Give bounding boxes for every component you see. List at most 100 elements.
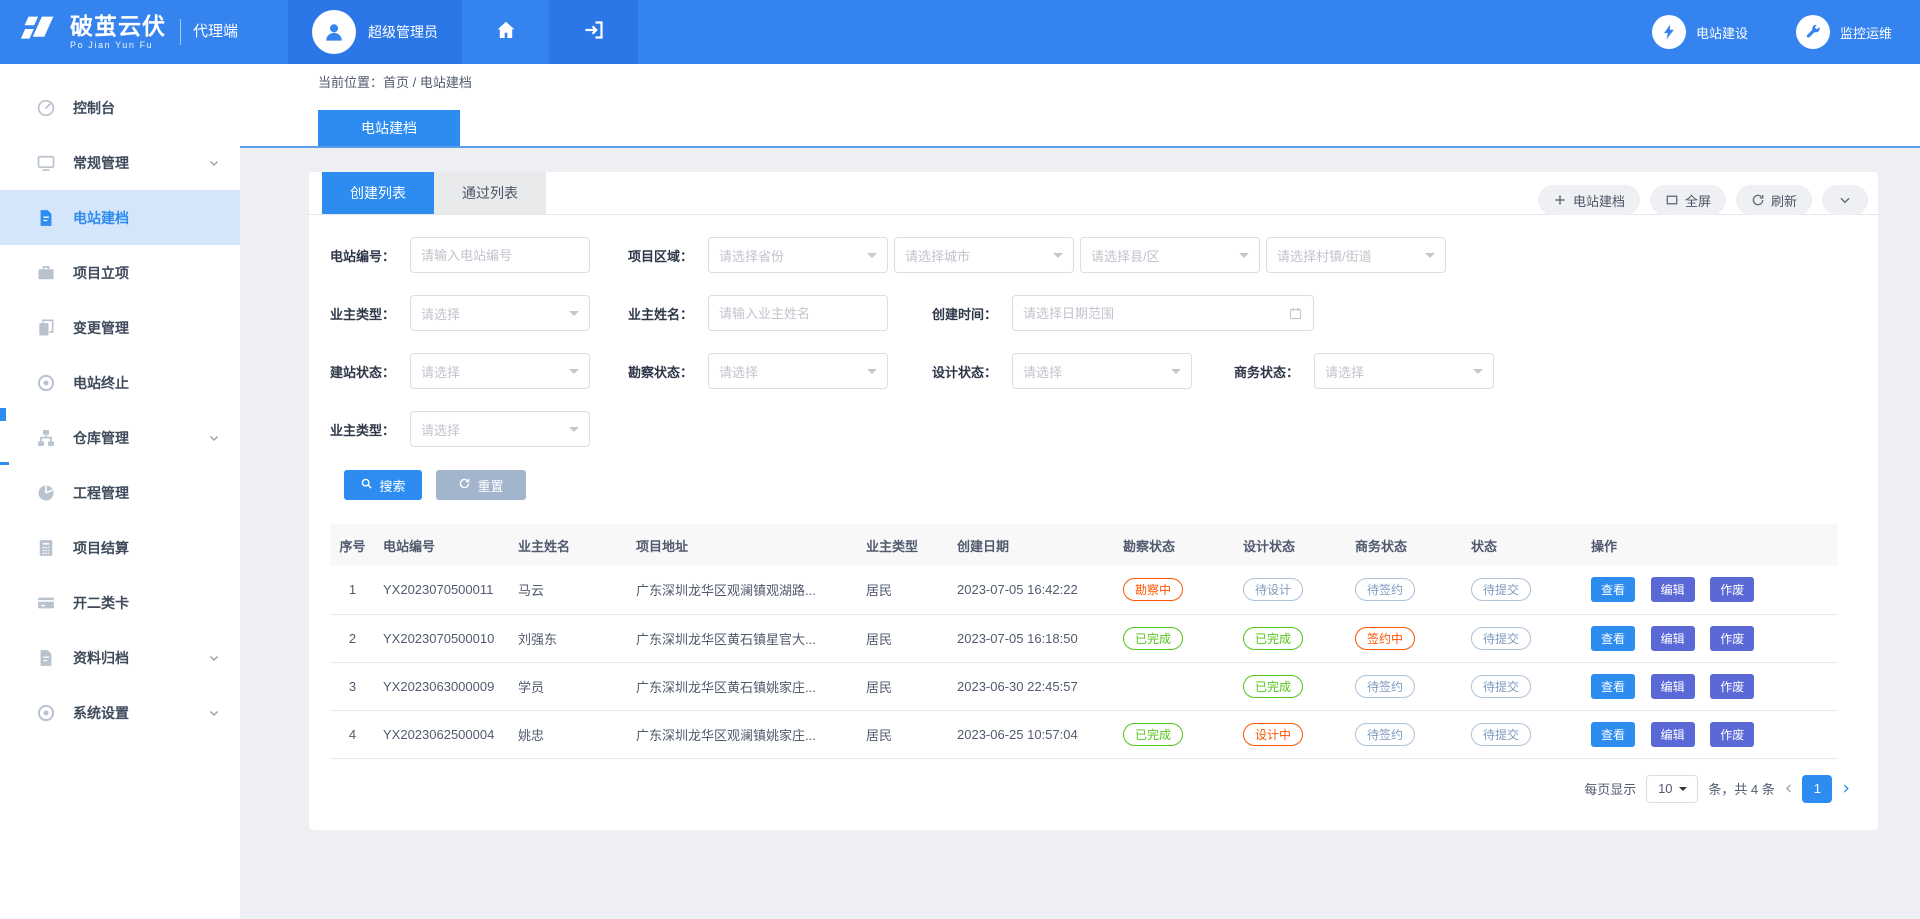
sidebar-scroll-indicator (0, 408, 6, 421)
edit-button[interactable]: 编辑 (1651, 674, 1695, 699)
collapse-toolbar-button[interactable] (1822, 185, 1868, 215)
monitoring-ops-label: 监控运维 (1840, 23, 1892, 42)
sidebar-item-console[interactable]: 控制台 (0, 80, 240, 135)
station-no-input[interactable] (410, 237, 590, 273)
sidebar-item-label: 项目立项 (73, 263, 129, 283)
pagination: 每页显示 10 条，共 4 条 ‹ 1 › (309, 775, 1850, 803)
sign-in-button[interactable] (549, 0, 638, 64)
sidebar-item-general-mgmt[interactable]: 常规管理 (0, 135, 240, 190)
sidebar-item-label: 控制台 (73, 98, 115, 118)
sidebar-item-project-initiation[interactable]: 项目立项 (0, 245, 240, 300)
edit-button[interactable]: 编辑 (1651, 577, 1695, 602)
col-status: 状态 (1463, 524, 1583, 566)
table-row: 1 YX2023070500011 马云 广东深圳龙华区观澜镇观湖路... 居民… (330, 566, 1838, 614)
owner-type2-label: 业主类型： (330, 420, 410, 439)
build-status-label: 建站状态： (330, 362, 410, 381)
town-select[interactable]: 请选择村镇/街道 (1266, 237, 1446, 273)
reset-icon (458, 477, 471, 493)
tab-station-filing[interactable]: 电站建档 (318, 110, 460, 146)
breadcrumb-label: 当前位置： (318, 75, 383, 90)
void-button[interactable]: 作废 (1710, 722, 1754, 747)
calculator-icon (36, 538, 56, 558)
owner-type-select[interactable]: 请选择 (410, 295, 590, 331)
tab-approved-list[interactable]: 通过列表 (434, 172, 546, 214)
design-status-badge: 已完成 (1243, 675, 1303, 698)
chevron-down-icon (208, 707, 220, 719)
view-button[interactable]: 查看 (1591, 722, 1635, 747)
tab-create-list[interactable]: 创建列表 (322, 172, 434, 214)
chevron-down-icon (208, 652, 220, 664)
brand-subtitle: Po Jian Yun Fu (70, 41, 166, 50)
caret-down-icon (569, 311, 579, 321)
survey-status-label: 勘察状态： (628, 362, 708, 381)
caret-down-icon (867, 369, 877, 379)
void-button[interactable]: 作废 (1710, 577, 1754, 602)
table-row: 3 YX2023063000009 学员 广东深圳龙华区黄石镇姚家庄... 居民… (330, 662, 1838, 710)
sidebar-item-station-filing[interactable]: 电站建档 (0, 190, 240, 245)
date-range-input[interactable] (1012, 295, 1314, 331)
province-select[interactable]: 请选择省份 (708, 237, 888, 273)
sidebar-item-engineering-mgmt[interactable]: 工程管理 (0, 465, 240, 520)
sidebar-item-system-settings[interactable]: 系统设置 (0, 685, 240, 740)
view-button[interactable]: 查看 (1591, 577, 1635, 602)
station-construction-label: 电站建设 (1696, 23, 1748, 42)
reset-button[interactable]: 重置 (436, 470, 526, 500)
plus-icon (1553, 193, 1567, 207)
edit-button[interactable]: 编辑 (1651, 722, 1695, 747)
sidebar-item-label: 仓库管理 (73, 428, 129, 448)
refresh-button[interactable]: 刷新 (1736, 185, 1812, 215)
page-size-select[interactable]: 10 (1646, 775, 1698, 803)
user-name: 超级管理员 (368, 22, 438, 42)
prev-page-button[interactable]: ‹ (1785, 779, 1793, 798)
brand-badge: 代理端 (180, 19, 238, 45)
survey-status-badge: 勘察中 (1123, 578, 1183, 601)
sidebar-item-station-termination[interactable]: 电站终止 (0, 355, 240, 410)
sidebar-item-project-settlement[interactable]: 项目结算 (0, 520, 240, 575)
fullscreen-button[interactable]: 全屏 (1650, 185, 1726, 215)
edit-button[interactable]: 编辑 (1651, 626, 1695, 651)
total-label: 条，共 4 条 (1708, 779, 1774, 798)
breadcrumb-path[interactable]: 首页 / 电站建档 (383, 75, 472, 90)
owner-type2-select[interactable]: 请选择 (410, 411, 590, 447)
document-icon (36, 208, 56, 228)
next-page-button[interactable]: › (1842, 779, 1850, 798)
search-button[interactable]: 搜索 (344, 470, 422, 500)
sidebar-item-label: 开二类卡 (73, 593, 129, 613)
owner-type-label: 业主类型： (330, 304, 410, 323)
void-button[interactable]: 作废 (1710, 674, 1754, 699)
lightning-icon (1652, 15, 1686, 49)
col-created: 创建日期 (949, 524, 1115, 566)
home-button[interactable] (462, 0, 549, 64)
design-status-badge: 设计中 (1243, 723, 1303, 746)
county-select[interactable]: 请选择县/区 (1080, 237, 1260, 273)
sidebar-scroll-indicator (0, 462, 9, 465)
add-station-filing-button[interactable]: 电站建档 (1538, 185, 1640, 215)
monitor-icon (36, 153, 56, 173)
city-select[interactable]: 请选择城市 (894, 237, 1074, 273)
col-survey-status: 勘察状态 (1115, 524, 1235, 566)
design-status-badge: 待设计 (1243, 578, 1303, 601)
build-status-select[interactable]: 请选择 (410, 353, 590, 389)
sidebar-item-label: 项目结算 (73, 538, 129, 558)
station-construction-nav[interactable]: 电站建设 (1652, 15, 1748, 49)
table-header-row: 序号 电站编号 业主姓名 项目地址 业主类型 创建日期 勘察状态 设计状态 商务… (330, 524, 1838, 566)
view-button[interactable]: 查看 (1591, 674, 1635, 699)
user-menu[interactable]: 超级管理员 (288, 0, 462, 64)
sidebar-item-data-archiving[interactable]: 资料归档 (0, 630, 240, 685)
sidebar-item-label: 常规管理 (73, 153, 129, 173)
survey-status-select[interactable]: 请选择 (708, 353, 888, 389)
business-status-badge: 待签约 (1355, 675, 1415, 698)
design-status-select[interactable]: 请选择 (1012, 353, 1192, 389)
void-button[interactable]: 作废 (1710, 626, 1754, 651)
owner-name-input[interactable] (708, 295, 888, 331)
sidebar-item-type2-card[interactable]: 开二类卡 (0, 575, 240, 630)
business-status-select[interactable]: 请选择 (1314, 353, 1494, 389)
sidebar-item-label: 电站终止 (73, 373, 129, 393)
survey-status-badge: 已完成 (1123, 627, 1183, 650)
owner-name-label: 业主姓名： (628, 304, 708, 323)
monitoring-ops-nav[interactable]: 监控运维 (1796, 15, 1892, 49)
view-button[interactable]: 查看 (1591, 626, 1635, 651)
sidebar-item-warehouse-mgmt[interactable]: 仓库管理 (0, 410, 240, 465)
page-number-button[interactable]: 1 (1802, 775, 1832, 803)
sidebar-item-change-mgmt[interactable]: 变更管理 (0, 300, 240, 355)
